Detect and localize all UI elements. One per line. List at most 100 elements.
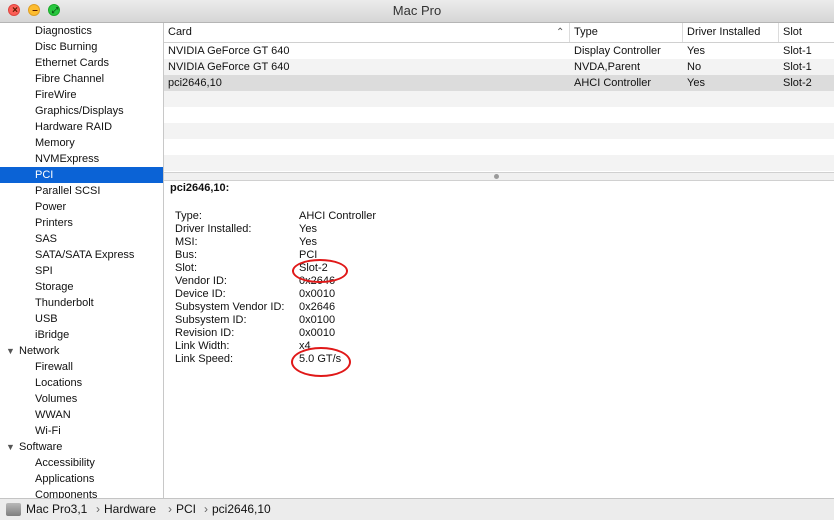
sidebar-item-printers[interactable]: Printers	[0, 215, 163, 231]
table-cell: AHCI Controller	[574, 77, 652, 89]
property-value: 0x2646	[299, 301, 336, 313]
table-cell: pci2646,10	[168, 77, 222, 89]
sidebar-item-diagnostics[interactable]: Diagnostics	[0, 23, 163, 39]
breadcrumb-computer[interactable]: Mac Pro3,1	[26, 499, 87, 520]
table-row[interactable]: NVIDIA GeForce GT 640 Display Controller Y…	[164, 43, 834, 59]
sidebar-item-pci[interactable]: PCI	[0, 167, 163, 183]
table-cell: NVDA,Parent	[574, 61, 641, 73]
disclosure-triangle-icon[interactable]: ▼	[6, 439, 15, 455]
sidebar-item-label: Hardware RAID	[35, 121, 113, 133]
column-header-type[interactable]: Type	[570, 23, 683, 42]
sidebar-item-ethernet-cards[interactable]: Ethernet Cards	[0, 55, 163, 71]
sidebar-item-sata-sata-express[interactable]: SATA/SATA Express	[0, 247, 163, 263]
property-label: Slot:	[175, 262, 198, 274]
property-value: 0x0010	[299, 288, 336, 300]
window-title: Mac Pro	[392, 3, 442, 18]
sidebar-item-label: Wi-Fi	[35, 425, 61, 437]
sidebar-item-label: iBridge	[35, 329, 70, 341]
sidebar-item-hardware-raid[interactable]: Hardware RAID	[0, 119, 163, 135]
sidebar-item-storage[interactable]: Storage	[0, 279, 163, 295]
property-value: Yes	[299, 223, 317, 235]
sidebar-item-usb[interactable]: USB	[0, 311, 163, 327]
path-bar: Mac Pro3,1 › Hardware › PCI › pci2646,10	[0, 498, 834, 520]
sidebar[interactable]: Diagnostics Disc Burning Ethernet Cards Fib…	[0, 23, 164, 498]
property-value: 0x0100	[299, 314, 336, 326]
sidebar-item-label: Applications	[35, 473, 95, 485]
drag-handle-icon	[494, 174, 499, 179]
sidebar-item-label: NVMExpress	[35, 153, 100, 165]
sidebar-item-applications[interactable]: Applications	[0, 471, 163, 487]
sidebar-item-label: Fibre Channel	[35, 73, 105, 85]
table-row[interactable]: pci2646,10 AHCI Controller Yes Slot-2	[164, 75, 834, 91]
sidebar-item-software[interactable]: ▼ Software	[0, 439, 163, 455]
sidebar-item-label: SPI	[35, 265, 53, 277]
sidebar-item-label: Power	[35, 201, 67, 213]
property-label: MSI:	[175, 236, 198, 248]
table-header: Card ⌃ Type Driver Installed Slot	[164, 23, 834, 43]
property-value: 0x0010	[299, 327, 336, 339]
sidebar-item-label: Firewall	[35, 361, 73, 373]
column-header-card[interactable]: Card	[164, 23, 570, 42]
property-value: AHCI Controller	[299, 210, 377, 222]
property-label: Type:	[175, 210, 202, 222]
property-label: Link Speed:	[175, 353, 234, 365]
sidebar-item-ibridge[interactable]: iBridge	[0, 327, 163, 343]
table-cell: No	[687, 61, 702, 73]
table-cell: Slot-2	[783, 77, 812, 89]
disclosure-triangle-icon[interactable]: ▼	[6, 343, 15, 359]
property-label: Subsystem Vendor ID:	[175, 301, 285, 313]
empty-table-row	[164, 139, 834, 155]
breadcrumb-hardware[interactable]: Hardware	[104, 499, 156, 520]
computer-icon	[6, 503, 21, 516]
split-view-divider[interactable]	[164, 172, 834, 181]
empty-table-row	[164, 91, 834, 107]
sidebar-item-sas[interactable]: SAS	[0, 231, 163, 247]
breadcrumb-device[interactable]: pci2646,10	[212, 499, 271, 520]
sidebar-item-nvmexpress[interactable]: NVMExpress	[0, 151, 163, 167]
property-value: Yes	[299, 236, 317, 248]
breadcrumb-pci[interactable]: PCI	[176, 499, 196, 520]
sidebar-item-wwan[interactable]: WWAN	[0, 407, 163, 423]
sidebar-item-memory[interactable]: Memory	[0, 135, 163, 151]
sidebar-item-components[interactable]: Components	[0, 487, 163, 498]
sidebar-item-volumes[interactable]: Volumes	[0, 391, 163, 407]
table-cell: NVIDIA GeForce GT 640	[168, 45, 290, 57]
sidebar-item-label: Components	[35, 489, 98, 498]
sidebar-item-graphics-displays[interactable]: Graphics/Displays	[0, 103, 163, 119]
sidebar-item-label: Graphics/Displays	[35, 105, 124, 117]
sidebar-item-firewire[interactable]: FireWire	[0, 87, 163, 103]
sidebar-item-fibre-channel[interactable]: Fibre Channel	[0, 71, 163, 87]
sidebar-item-parallel-scsi[interactable]: Parallel SCSI	[0, 183, 163, 199]
table-cell: Yes	[687, 77, 705, 89]
column-header-driver-installed[interactable]: Driver Installed	[683, 23, 779, 42]
sidebar-item-label: Software	[19, 441, 63, 453]
table-row[interactable]: NVIDIA GeForce GT 640 NVDA,Parent No Slot-1	[164, 59, 834, 75]
empty-table-row	[164, 123, 834, 139]
sidebar-item-label: Disc Burning	[35, 41, 98, 53]
title-bar: × – ⤢ Mac Pro	[0, 0, 834, 23]
empty-table-row	[164, 155, 834, 171]
pci-cards-table[interactable]: Card ⌃ Type Driver Installed Slot NVIDIA…	[164, 23, 834, 173]
link-speed-annotation-circle	[291, 347, 351, 377]
sidebar-item-locations[interactable]: Locations	[0, 375, 163, 391]
sort-ascending-icon: ⌃	[556, 27, 565, 38]
table-cell: Slot-1	[783, 61, 812, 73]
chevron-right-icon: ›	[96, 502, 100, 516]
sidebar-item-network[interactable]: ▼ Network	[0, 343, 163, 359]
sidebar-item-spi[interactable]: SPI	[0, 263, 163, 279]
slot-annotation-circle	[292, 259, 348, 283]
sidebar-item-label: WWAN	[35, 409, 71, 421]
sidebar-item-disc-burning[interactable]: Disc Burning	[0, 39, 163, 55]
sidebar-item-wi-fi[interactable]: Wi-Fi	[0, 423, 163, 439]
sidebar-item-label: Locations	[35, 377, 83, 389]
sidebar-item-power[interactable]: Power	[0, 199, 163, 215]
detail-title: pci2646,10:	[170, 182, 230, 194]
empty-table-row	[164, 107, 834, 123]
sidebar-item-accessibility[interactable]: Accessibility	[0, 455, 163, 471]
sidebar-item-label: SATA/SATA Express	[35, 249, 135, 261]
chevron-right-icon: ›	[168, 502, 172, 516]
column-header-slot[interactable]: Slot	[779, 23, 834, 42]
table-cell: Slot-1	[783, 45, 812, 57]
sidebar-item-firewall[interactable]: Firewall	[0, 359, 163, 375]
sidebar-item-thunderbolt[interactable]: Thunderbolt	[0, 295, 163, 311]
